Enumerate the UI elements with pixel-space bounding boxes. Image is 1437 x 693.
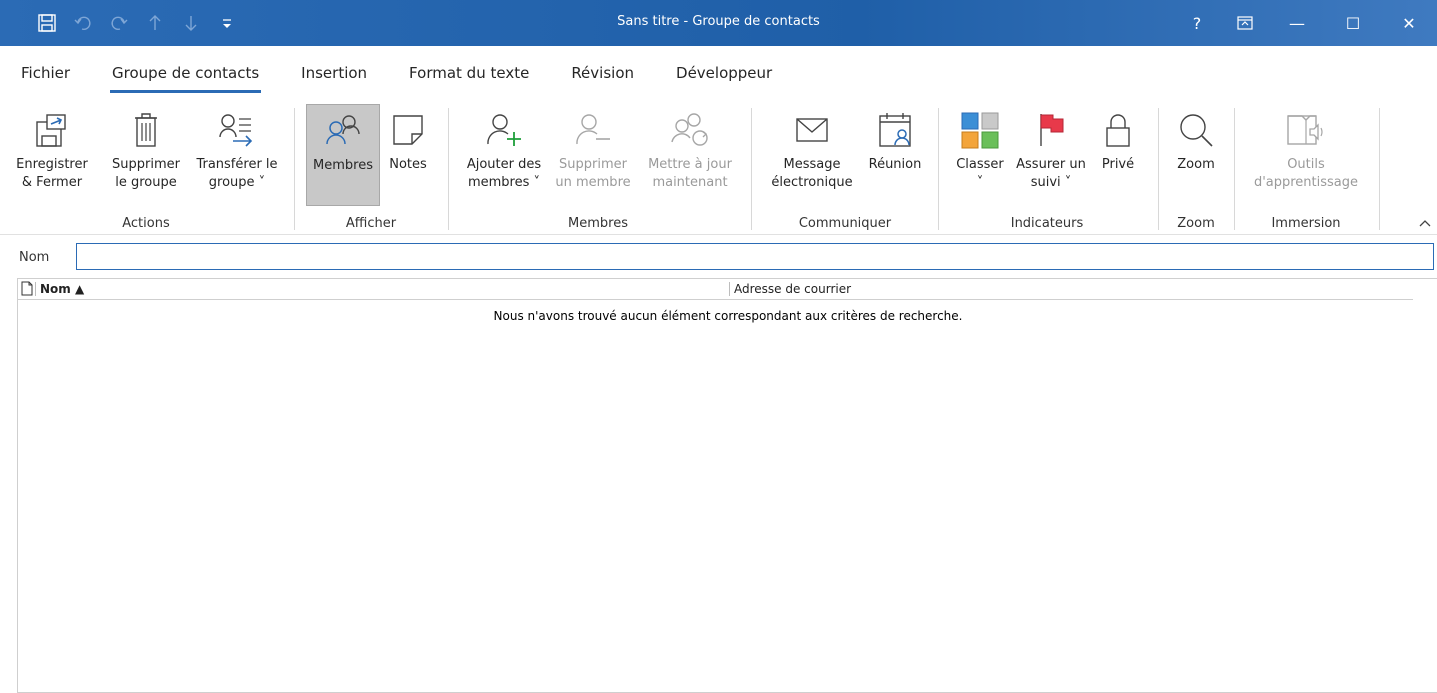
tab-file[interactable]: Fichier (0, 60, 91, 96)
column-divider[interactable] (729, 282, 730, 296)
envelope-icon (767, 104, 857, 156)
group-label-show: Afficher (345, 216, 397, 231)
forward-group-icon (188, 104, 286, 156)
ribbon: Enregistrer & Fermer Supprimer le groupe… (0, 98, 1437, 235)
group-members: Ajouter des membres ˅ Supprimer un membr… (450, 98, 746, 235)
group-label-communicate: Communiquer (798, 216, 892, 231)
delete-group-button[interactable]: Supprimer le groupe (104, 104, 188, 192)
ribbon-divider (751, 108, 752, 230)
minimize-button[interactable]: — (1269, 0, 1325, 46)
add-person-icon (460, 104, 548, 156)
immersive-reader-button[interactable]: Outils d'apprentissage (1246, 104, 1366, 192)
categorize-button[interactable]: Classer ˅ (948, 104, 1012, 192)
group-label-tags: Indicateurs (1010, 216, 1084, 231)
tab-developer[interactable]: Développeur (655, 60, 793, 96)
meeting-button[interactable]: Réunion (861, 104, 929, 174)
add-members-button[interactable]: Ajouter des membres ˅ (460, 104, 548, 192)
ribbon-divider (1379, 108, 1380, 230)
ribbon-display-icon[interactable] (1221, 0, 1269, 46)
column-header-email[interactable]: Adresse de courrier (734, 282, 851, 296)
window-controls: ? — ☐ ✕ (1173, 0, 1437, 46)
tab-contact-group[interactable]: Groupe de contacts (91, 60, 280, 96)
categorize-icon (948, 104, 1012, 156)
refresh-people-icon (640, 104, 740, 156)
group-communicate: Message électronique Réunion Communiquer (753, 98, 937, 235)
name-label: Nom (19, 250, 50, 265)
collapse-ribbon-icon[interactable] (1419, 216, 1431, 230)
remove-member-button[interactable]: Supprimer un membre (552, 104, 634, 192)
group-label-immersive: Immersion (1271, 216, 1341, 231)
members-icon (307, 105, 379, 157)
document-icon (21, 281, 33, 299)
group-label-actions: Actions (122, 216, 170, 231)
group-zoom: Zoom Zoom (1160, 98, 1232, 235)
tab-format-text[interactable]: Format du texte (388, 60, 550, 96)
remove-person-icon (552, 104, 634, 156)
group-tags: Classer ˅ Assurer un suivi ˅ Privé Indic… (940, 98, 1154, 235)
email-button[interactable]: Message électronique (767, 104, 857, 192)
ribbon-divider (1158, 108, 1159, 230)
empty-list-message: Nous n'avons trouvé aucun élément corres… (493, 309, 963, 323)
name-field[interactable] (76, 243, 1434, 270)
zoom-button[interactable]: Zoom (1166, 104, 1226, 174)
ribbon-divider (448, 108, 449, 230)
group-show: Membres Notes Afficher (296, 98, 446, 235)
maximize-button[interactable]: ☐ (1325, 0, 1381, 46)
calendar-person-icon (861, 104, 929, 156)
close-button[interactable]: ✕ (1381, 0, 1437, 46)
update-now-button[interactable]: Mettre à jour maintenant (640, 104, 740, 192)
flag-icon (1010, 104, 1092, 156)
tab-insert[interactable]: Insertion (280, 60, 388, 96)
immersive-reader-icon (1246, 104, 1366, 156)
group-label-members: Membres (568, 216, 628, 231)
group-immersive: Outils d'apprentissage Immersion (1236, 98, 1376, 235)
save-close-button[interactable]: Enregistrer & Fermer (0, 104, 104, 192)
group-actions: Enregistrer & Fermer Supprimer le groupe… (0, 98, 292, 235)
lock-icon (1094, 104, 1142, 156)
group-label-zoom: Zoom (1177, 216, 1215, 231)
private-button[interactable]: Privé (1094, 104, 1142, 174)
ribbon-divider (1234, 108, 1235, 230)
save-close-icon (0, 104, 104, 156)
column-divider (35, 282, 36, 296)
list-header: Nom ▲ Adresse de courrier (18, 279, 1413, 300)
title-bar: Sans titre - Groupe de contacts ? — ☐ ✕ (0, 0, 1437, 46)
notes-view-button[interactable]: Notes (384, 104, 432, 174)
trash-icon (104, 104, 188, 156)
members-list[interactable]: Nom ▲ Adresse de courrier Nous n'avons t… (17, 278, 1437, 693)
magnifier-icon (1166, 104, 1226, 156)
column-header-name[interactable]: Nom ▲ (40, 282, 84, 296)
tab-review[interactable]: Révision (550, 60, 655, 96)
follow-up-button[interactable]: Assurer un suivi ˅ (1010, 104, 1092, 192)
note-icon (384, 104, 432, 156)
ribbon-tabs: Fichier Groupe de contacts Insertion For… (0, 60, 1437, 96)
ribbon-divider (294, 108, 295, 230)
help-icon[interactable]: ? (1173, 0, 1221, 46)
forward-group-button[interactable]: Transférer le groupe ˅ (188, 104, 286, 192)
ribbon-divider (938, 108, 939, 230)
members-view-button[interactable]: Membres (306, 104, 380, 206)
